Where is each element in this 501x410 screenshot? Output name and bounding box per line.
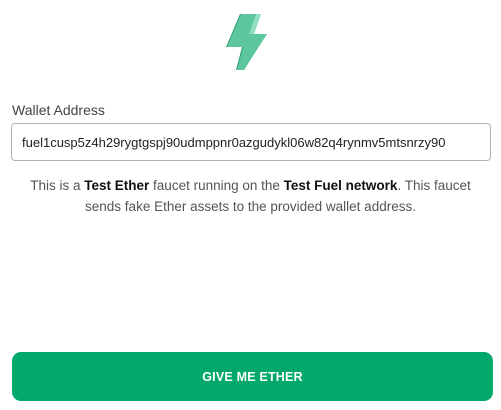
description-strong-test-fuel-network: Test Fuel network bbox=[283, 178, 398, 193]
faucet-description: This is a Test Ether faucet running on t… bbox=[20, 175, 481, 217]
description-strong-test-ether: Test Ether bbox=[84, 178, 150, 193]
give-me-ether-button[interactable]: GIVE ME ETHER bbox=[12, 352, 493, 401]
lightning-bolt-icon bbox=[226, 14, 267, 70]
wallet-address-input[interactable] bbox=[11, 123, 491, 161]
wallet-address-label: Wallet Address bbox=[12, 102, 105, 118]
description-text-2: faucet running on the bbox=[149, 178, 284, 193]
description-text-1: This is a bbox=[30, 178, 85, 193]
